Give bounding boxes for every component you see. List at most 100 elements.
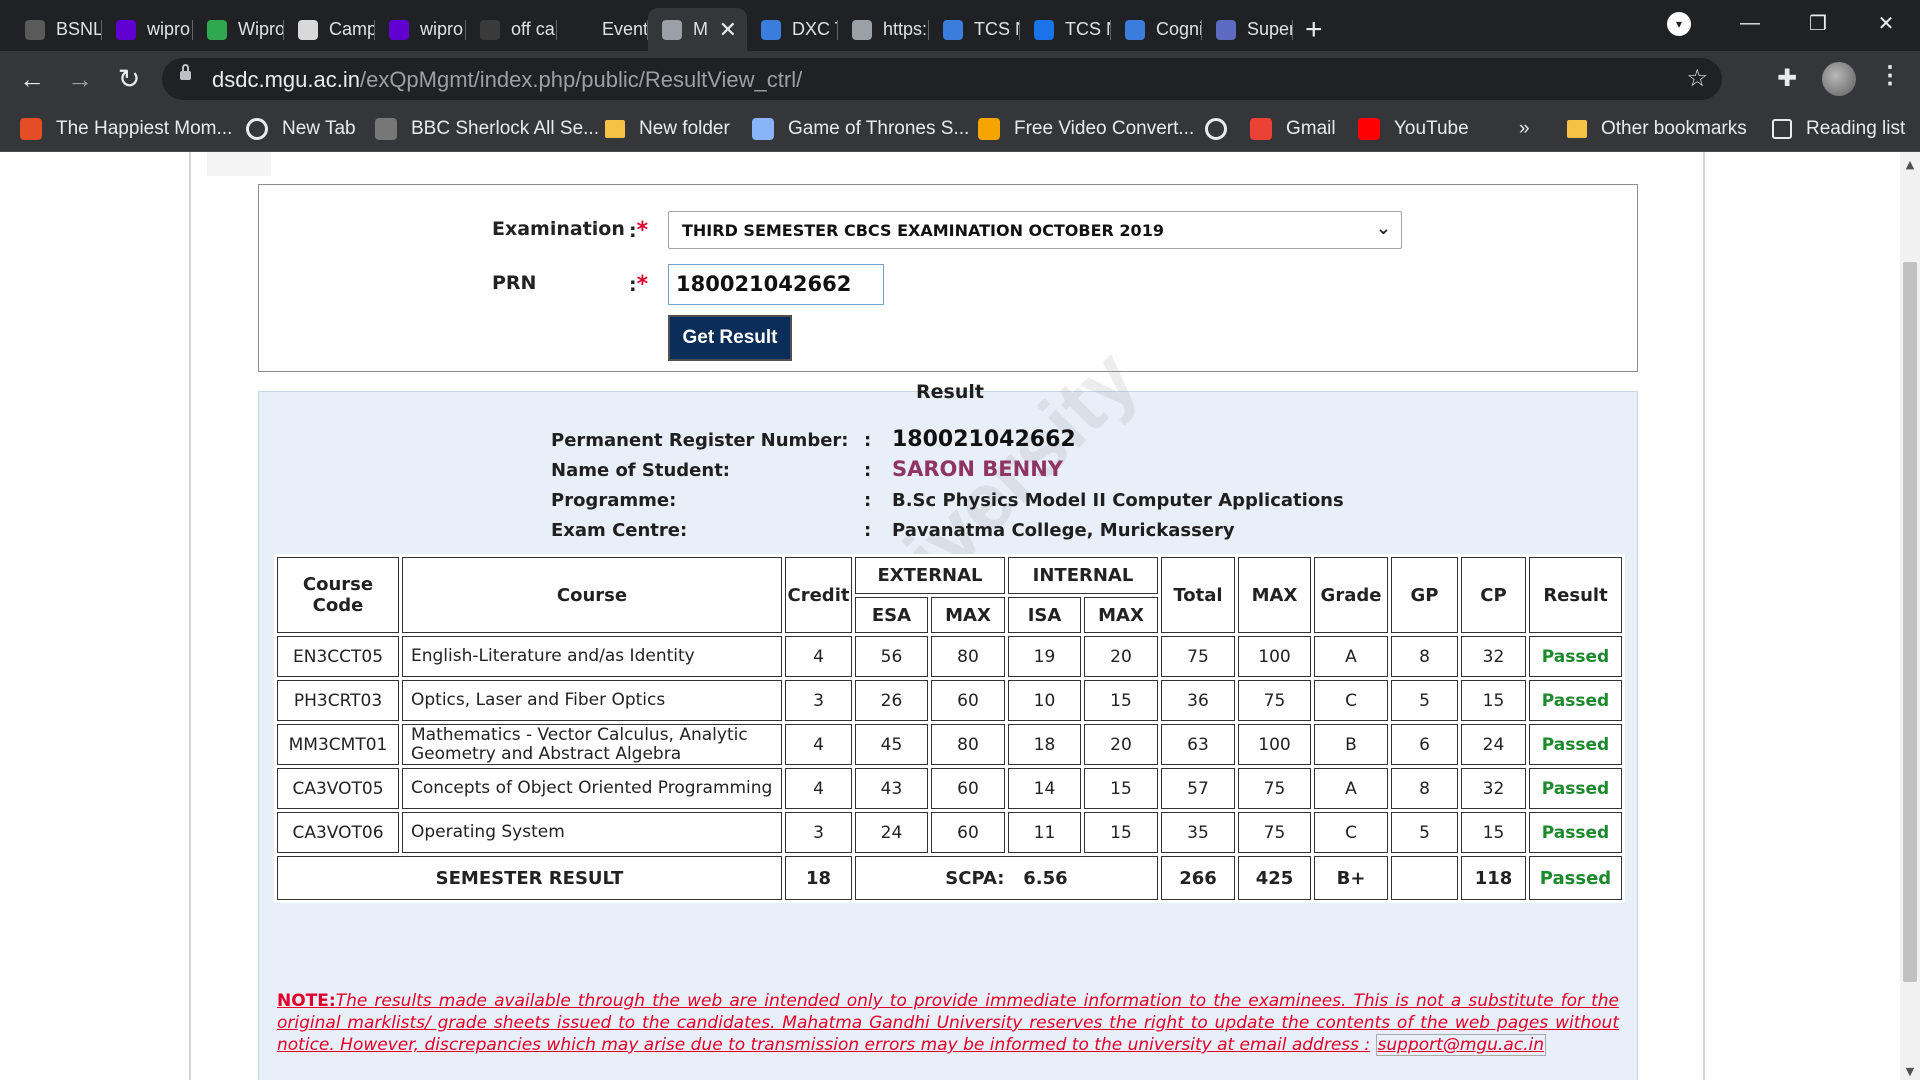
header-total: Total	[1161, 557, 1235, 633]
tab-title: M	[693, 19, 708, 39]
back-icon[interactable]: ←	[16, 63, 48, 95]
cell-code: EN3CCT05	[277, 636, 399, 677]
address-bar[interactable]: dsdc.mgu.ac.in/exQpMgmt/index.php/public…	[162, 58, 1722, 100]
bookmark-item[interactable]: New folder	[605, 106, 730, 152]
browser-tab[interactable]: off ca	[466, 8, 557, 51]
separator: :	[864, 460, 872, 481]
examination-select[interactable]: THIRD SEMESTER CBCS EXAMINATION OCTOBER …	[668, 211, 1402, 249]
browser-tab[interactable]: https:	[838, 8, 929, 51]
bsnl-icon	[25, 19, 45, 40]
browser-tab[interactable]: Event	[557, 8, 648, 51]
student-name-label: Name of Student:	[551, 460, 730, 481]
browser-tab[interactable]: Wipro	[193, 8, 284, 51]
header-esa: ESA	[855, 597, 928, 633]
cell-credit: 3	[785, 680, 852, 721]
tab-title: DXC T	[792, 19, 838, 39]
cell-isa: 19	[1008, 636, 1081, 677]
bookmark-label: The Happiest Mom...	[56, 118, 233, 139]
close-window-icon[interactable]: ✕	[1852, 0, 1920, 46]
bookmark-item[interactable]	[1205, 106, 1241, 152]
header-cp: CP	[1461, 557, 1526, 633]
close-tab-icon[interactable]: ✕	[719, 17, 737, 43]
bookmark-item[interactable]: YouTube	[1358, 106, 1469, 152]
cell-gp: 6	[1391, 724, 1458, 765]
converter-icon	[978, 118, 1000, 140]
browser-tab[interactable]: wipro	[102, 8, 193, 51]
support-email-link[interactable]: support@mgu.ac.in	[1375, 1034, 1547, 1056]
reading-list[interactable]: Reading list	[1772, 106, 1905, 152]
cell-grade: C	[1314, 680, 1388, 721]
cell-result: Passed	[1529, 768, 1622, 809]
cell-esa: 45	[855, 724, 928, 765]
extensions-puzzle-icon[interactable]: ✚	[1777, 64, 1797, 92]
programme-value: B.Sc Physics Model II Computer Applicati…	[892, 490, 1344, 511]
header-course-code: Course Code	[277, 557, 399, 633]
browser-tab[interactable]: TCS N	[929, 8, 1020, 51]
scrollbar-thumb[interactable]	[1903, 262, 1917, 982]
cell-isa: 11	[1008, 812, 1081, 853]
lock-icon[interactable]	[180, 64, 191, 80]
new-tab-button[interactable]: +	[1305, 8, 1323, 51]
browser-tab[interactable]: M ✕	[648, 8, 747, 51]
minimize-icon[interactable]: —	[1716, 0, 1784, 46]
cell-credit: 4	[785, 636, 852, 677]
exam-colon: :*	[629, 218, 649, 243]
prn-input[interactable]: 180021042662	[668, 264, 884, 305]
bookmark-label: New Tab	[282, 118, 356, 139]
tab-title: TCS N	[974, 19, 1020, 39]
get-result-button[interactable]: Get Result	[668, 315, 792, 361]
student-name-value: SARON BENNY	[892, 457, 1063, 481]
url-text[interactable]: dsdc.mgu.ac.in/exQpMgmt/index.php/public…	[212, 67, 802, 93]
bookmark-item[interactable]: New Tab	[246, 106, 356, 152]
tab-title: off ca	[511, 19, 555, 39]
header-isa: ISA	[1008, 597, 1081, 633]
cell-grade: B	[1314, 724, 1388, 765]
cell-esa-max: 60	[931, 680, 1005, 721]
separator: :	[864, 490, 872, 511]
semester-gp	[1391, 856, 1458, 900]
table-row: MM3CMT01 Mathematics - Vector Calculus, A…	[277, 724, 1622, 765]
cell-isa-max: 15	[1084, 812, 1158, 853]
cell-gp: 8	[1391, 768, 1458, 809]
bookmark-item[interactable]: Gmail	[1250, 106, 1336, 152]
tab-separator	[1292, 20, 1293, 40]
other-bookmarks[interactable]: Other bookmarks	[1567, 106, 1747, 152]
tab-title: wipro	[420, 19, 464, 39]
cell-code: CA3VOT06	[277, 812, 399, 853]
header-max: MAX	[1238, 557, 1311, 633]
browser-tab[interactable]: Cogni	[1111, 8, 1202, 51]
campus-icon	[298, 19, 318, 40]
browser-tab[interactable]: DXC T	[747, 8, 838, 51]
globe-icon	[662, 19, 682, 40]
browser-tab[interactable]: TCS N	[1020, 8, 1111, 51]
bookmarks-overflow-button[interactable]: »	[1519, 106, 1530, 152]
browser-tab[interactable]: Camp	[284, 8, 375, 51]
browser-tab[interactable]: Super	[1202, 8, 1293, 51]
bookmark-item[interactable]: BBC Sherlock All Se...	[375, 106, 599, 152]
scroll-down-arrow-icon[interactable]: ▼	[1900, 1065, 1920, 1078]
bookmark-star-icon[interactable]: ☆	[1686, 64, 1708, 92]
cell-grade: C	[1314, 812, 1388, 853]
cell-cp: 15	[1461, 680, 1526, 721]
bookmark-label: New folder	[639, 118, 730, 139]
browser-tab[interactable]: BSNL	[11, 8, 102, 51]
menu-kebab-icon[interactable]: ⋮	[1878, 61, 1902, 90]
cell-total: 35	[1161, 812, 1235, 853]
tab-search-icon[interactable]: ▾	[1667, 12, 1691, 36]
reload-icon[interactable]: ↻	[113, 63, 145, 95]
semester-grade: B+	[1314, 856, 1388, 900]
vertical-scrollbar[interactable]: ▲ ▼	[1900, 152, 1920, 1080]
prn-field-label: Permanent Register Number:	[551, 430, 849, 451]
restore-icon[interactable]: ❐	[1784, 0, 1852, 46]
bookmark-item[interactable]: Free Video Convert...	[978, 106, 1194, 152]
cell-isa-max: 20	[1084, 636, 1158, 677]
profile-avatar[interactable]	[1822, 62, 1856, 96]
forward-icon[interactable]: →	[64, 63, 96, 95]
bookmark-item[interactable]: The Happiest Mom...	[20, 106, 232, 152]
colorful-app-icon	[20, 118, 42, 140]
tab-title: Cogni	[1156, 19, 1202, 39]
scroll-up-arrow-icon[interactable]: ▲	[1900, 158, 1920, 171]
browser-tab[interactable]: wipro	[375, 8, 466, 51]
scpa-cell: SCPA: 6.56	[855, 856, 1158, 900]
bookmark-item[interactable]: Game of Thrones S...	[752, 106, 969, 152]
